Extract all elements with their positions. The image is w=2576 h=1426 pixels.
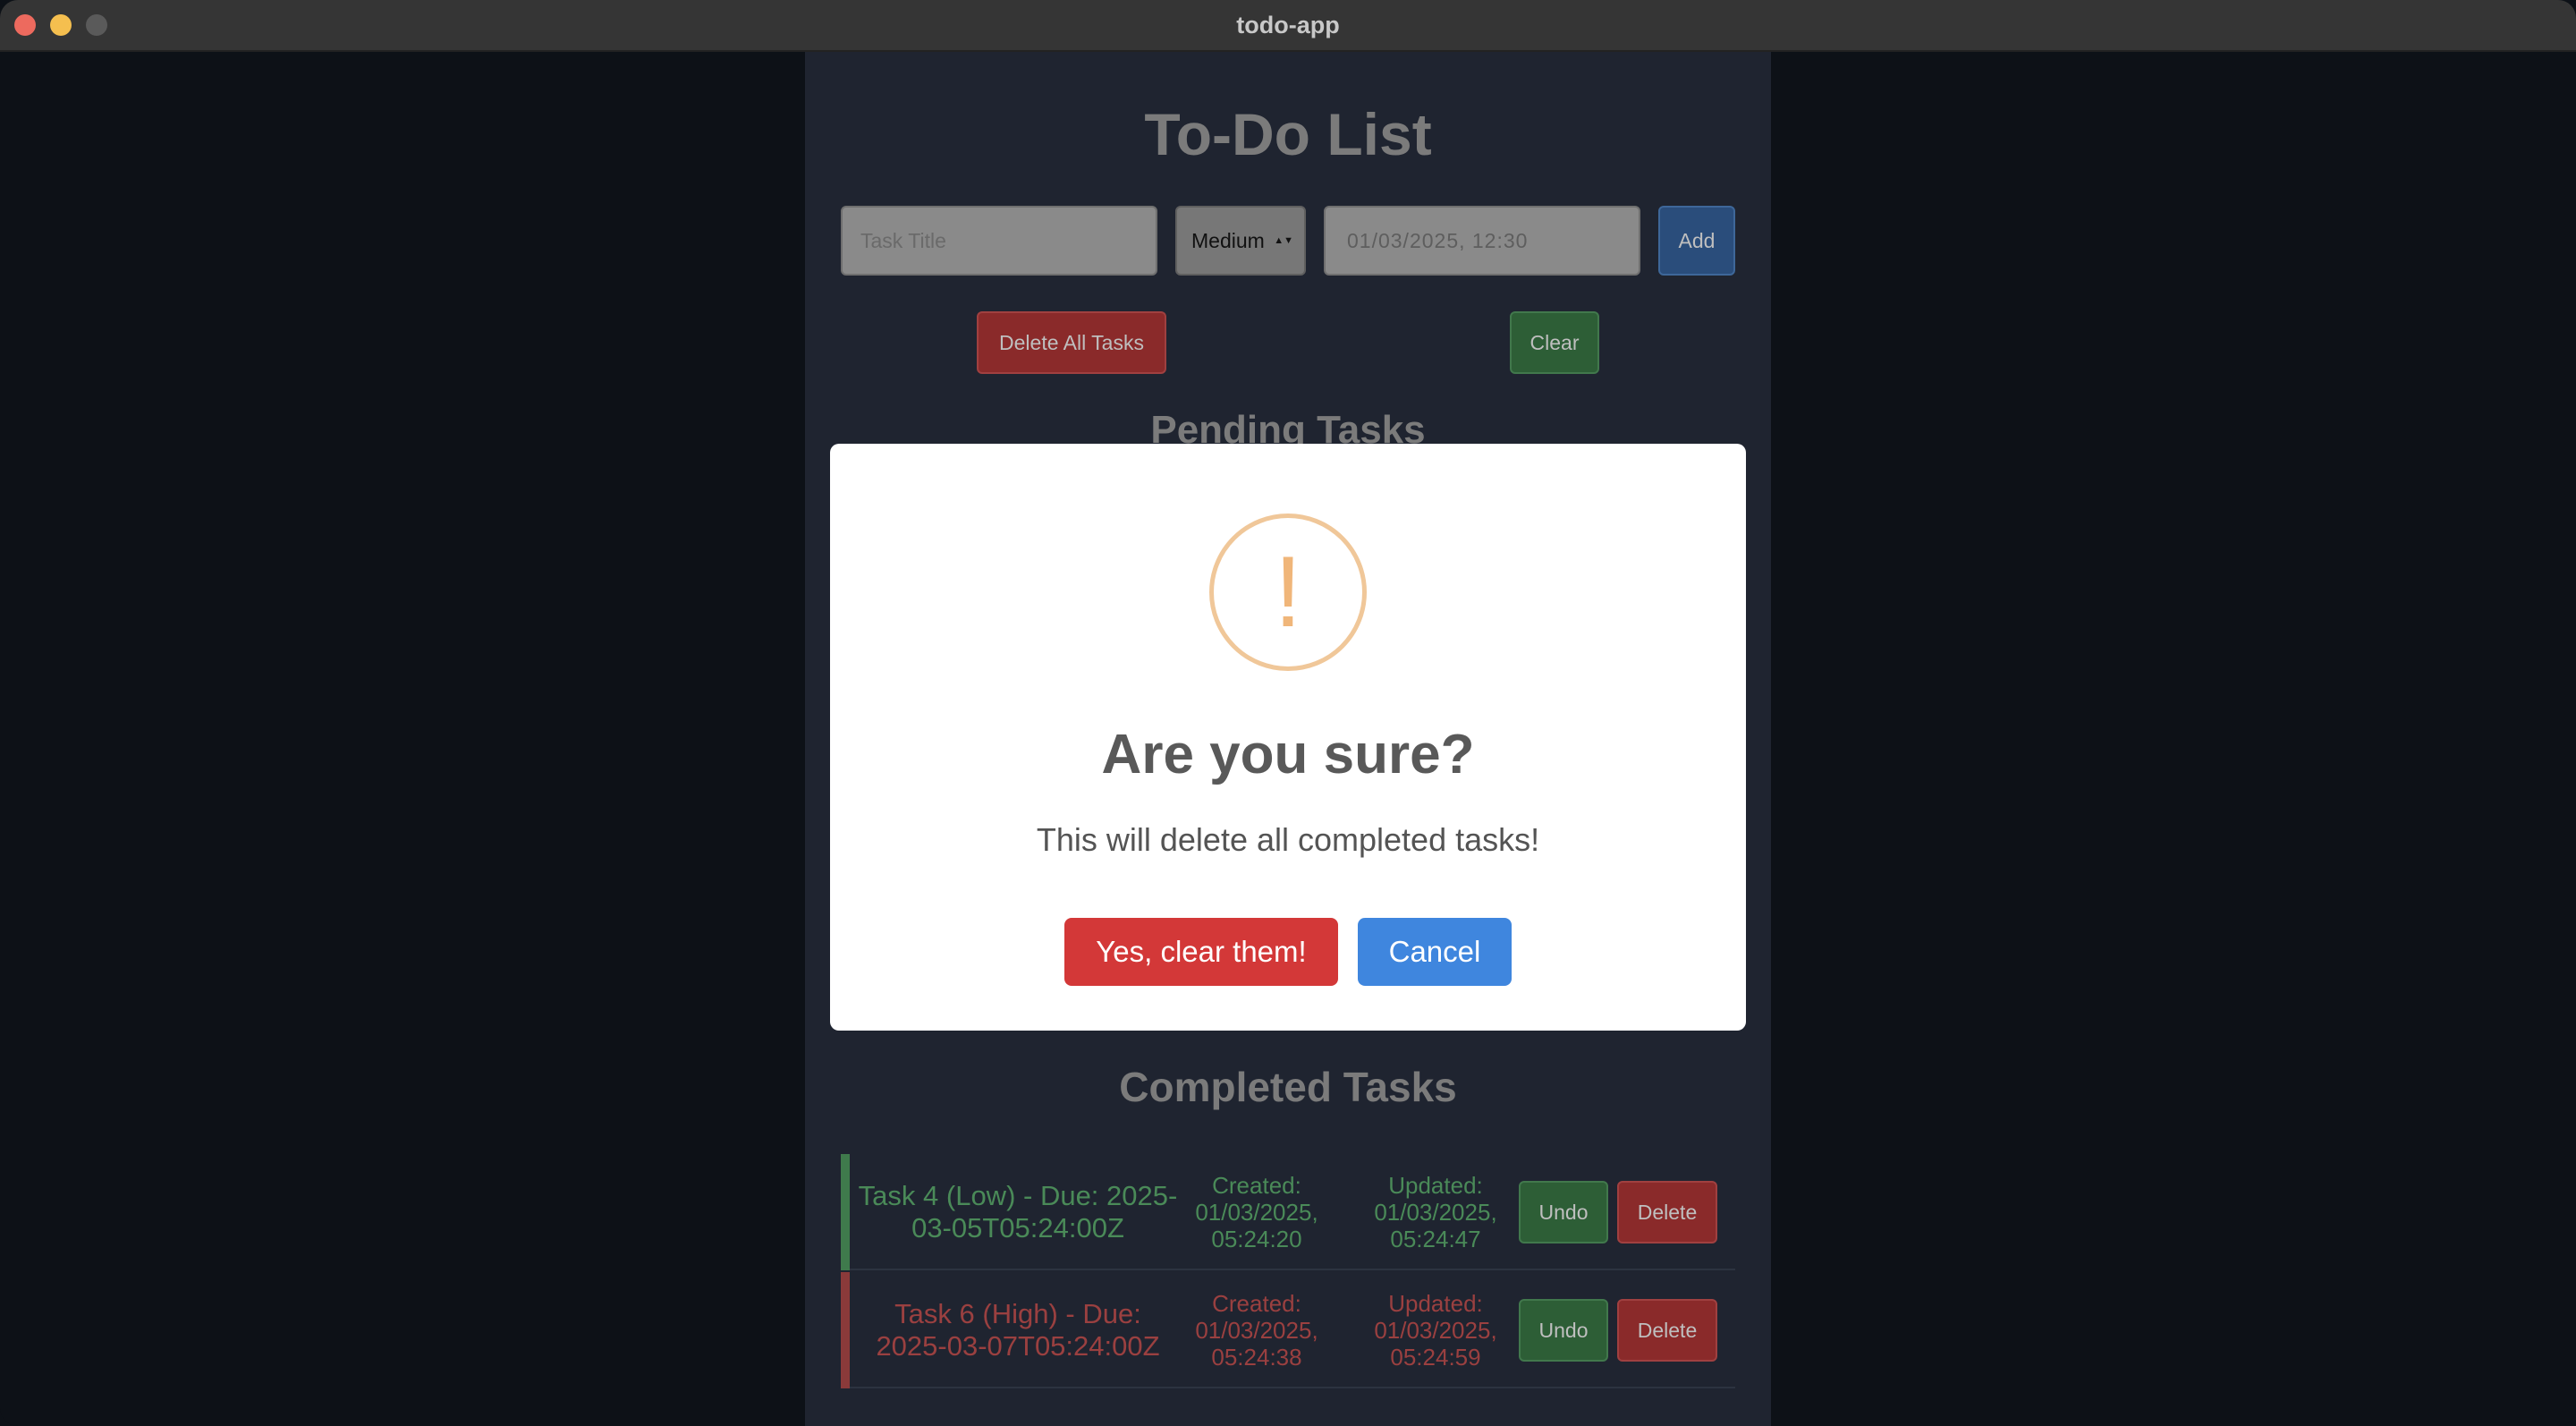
dialog-title: Are you sure?: [1101, 724, 1475, 785]
dialog-message: This will delete all completed tasks!: [1036, 821, 1540, 858]
cancel-button[interactable]: Cancel: [1358, 918, 1512, 986]
task-title: Task 6 (High) - Due: 2025-03-07T05:24:00…: [876, 1298, 1160, 1362]
priority-select[interactable]: Medium ▲▼: [1175, 206, 1306, 276]
window-title: todo-app: [1236, 12, 1340, 38]
clear-button[interactable]: Clear: [1510, 311, 1599, 374]
select-arrows-icon: ▲▼: [1274, 235, 1293, 246]
confirm-dialog: ! Are you sure? This will delete all com…: [830, 444, 1746, 1031]
page-title: To-Do List: [1144, 101, 1432, 167]
delete-task-button[interactable]: Delete: [1617, 1299, 1717, 1362]
priority-indicator: [841, 1154, 850, 1270]
completed-task-row: Task 6 (High) - Due: 2025-03-07T05:24:00…: [841, 1272, 1735, 1388]
app-window: todo-app To-Do List Task Title Medium ▲▼…: [0, 0, 2576, 1426]
add-button[interactable]: Add: [1658, 206, 1735, 276]
warning-glyph: !: [1274, 536, 1302, 648]
task-title: Task 4 (Low) - Due: 2025-03-05T05:24:00Z: [858, 1180, 1178, 1244]
priority-indicator: [841, 1272, 850, 1388]
title-bar: todo-app: [0, 0, 2576, 52]
task-created-date: Created: 01/03/2025, 05:24:20: [1195, 1172, 1318, 1252]
delete-all-tasks-button[interactable]: Delete All Tasks: [977, 311, 1166, 374]
task-updated-date: Updated: 01/03/2025, 05:24:59: [1374, 1290, 1497, 1371]
delete-task-button[interactable]: Delete: [1617, 1181, 1717, 1244]
warning-icon: !: [1209, 514, 1367, 671]
priority-select-value: Medium: [1191, 229, 1265, 252]
completed-task-row: Task 4 (Low) - Due: 2025-03-05T05:24:00Z…: [841, 1154, 1735, 1270]
due-datetime-input[interactable]: 01/03/2025, 12:30: [1324, 206, 1640, 276]
task-created-date: Created: 01/03/2025, 05:24:38: [1195, 1290, 1318, 1371]
undo-button[interactable]: Undo: [1519, 1299, 1608, 1362]
task-updated-date: Updated: 01/03/2025, 05:24:47: [1374, 1172, 1497, 1252]
completed-tasks-heading: Completed Tasks: [1119, 1064, 1457, 1110]
undo-button[interactable]: Undo: [1519, 1181, 1608, 1244]
confirm-clear-button[interactable]: Yes, clear them!: [1064, 918, 1338, 986]
task-title-input[interactable]: Task Title: [841, 206, 1157, 276]
